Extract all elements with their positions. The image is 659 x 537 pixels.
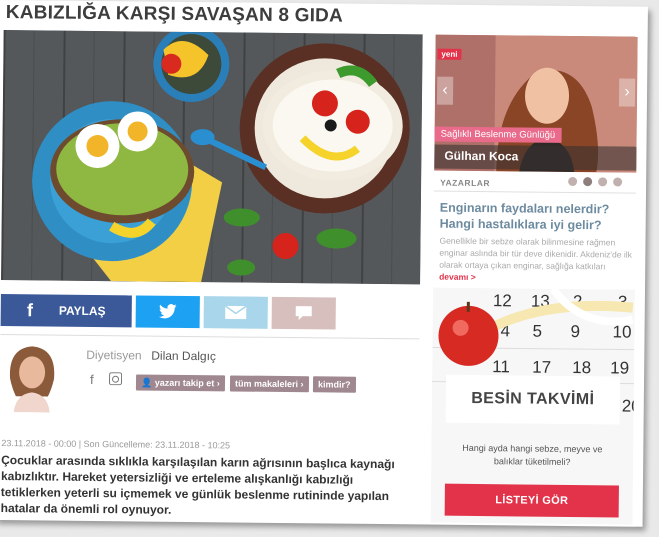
carousel-dot[interactable] xyxy=(568,176,578,187)
carousel-next-arrow-icon[interactable]: › xyxy=(618,78,636,107)
share-facebook-button[interactable]: f PAYLAŞ xyxy=(0,294,132,328)
article-body: Çocuklar arasında sıklıkla karşılaşılan … xyxy=(0,453,395,517)
article-title: KABIZLIĞA KARŞI SAVAŞAN 8 GIDA xyxy=(5,2,344,27)
calendar-number: 9 xyxy=(570,322,580,341)
user-plus-icon: 👤 xyxy=(140,377,155,388)
author-avatar xyxy=(1,338,63,413)
facebook-icon: f xyxy=(26,299,34,320)
comment-icon xyxy=(295,306,312,321)
follow-author-button[interactable]: 👤 yazarı takip et › xyxy=(135,374,225,392)
calendar-number: 20 xyxy=(622,397,635,416)
featured-article-title[interactable]: Enginarın faydaları nelerdir? Hangi hast… xyxy=(440,200,636,234)
follow-author-label: yazarı takip et › xyxy=(154,377,220,389)
promo-title: BESİN TAKVİMİ xyxy=(445,374,621,425)
page: KABIZLIĞA KARŞI SAVAŞAN 8 GIDA f PAYLAŞ … xyxy=(0,0,648,527)
twitter-icon xyxy=(158,304,177,319)
all-articles-link[interactable]: tüm makaleleri › xyxy=(229,375,309,393)
calendar-number: 11 xyxy=(492,357,510,376)
read-more-link[interactable]: devamı > xyxy=(439,272,476,282)
carousel-person-name[interactable]: Gülhan Koca xyxy=(434,144,637,171)
carousel-dot[interactable] xyxy=(598,177,608,187)
calendar-number: 17 xyxy=(532,358,551,377)
share-comment-button[interactable] xyxy=(271,296,336,330)
carousel-dot-active[interactable] xyxy=(583,177,593,187)
new-badge: yeni xyxy=(437,48,462,60)
featured-article-text: Genellikle bir sebze olarak bilinmesine … xyxy=(439,235,632,272)
article-date: 23.11.2018 - 00:00 | Son Güncelleme: 23.… xyxy=(1,438,231,451)
calendar-number: 5 xyxy=(532,322,542,341)
see-list-button[interactable]: LİSTEYİ GÖR xyxy=(444,483,619,518)
carousel-category[interactable]: Sağlıklı Beslenme Günlüğü xyxy=(434,126,562,143)
article-hero-image xyxy=(1,30,423,285)
share-twitter-button[interactable] xyxy=(135,295,200,329)
instagram-icon[interactable] xyxy=(108,372,123,388)
author-name[interactable]: Dilan Dalgıç xyxy=(151,349,216,364)
facebook-small-icon[interactable]: f xyxy=(90,372,94,387)
authors-section-label: YAZARLAR xyxy=(440,177,491,189)
featured-article-excerpt: Genellikle bir sebze olarak bilinmesine … xyxy=(439,235,633,285)
divider xyxy=(434,190,637,194)
promo-description: Hangi ayda hangi sebze, meyve ve balıkla… xyxy=(462,442,603,467)
divider xyxy=(0,334,420,340)
calendar-number: 18 xyxy=(572,358,591,377)
share-facebook-label: PAYLAŞ xyxy=(58,303,106,319)
envelope-icon xyxy=(224,305,247,320)
carousel-prev-arrow-icon[interactable]: ‹ xyxy=(436,76,454,105)
calendar-number: 12 xyxy=(493,291,512,310)
share-email-button[interactable] xyxy=(203,296,268,329)
author-role: Diyetisyen xyxy=(86,347,142,363)
carousel-dot[interactable] xyxy=(613,177,623,187)
calendar-number: 19 xyxy=(610,358,629,377)
who-is-link[interactable]: kimdir? xyxy=(312,376,356,393)
